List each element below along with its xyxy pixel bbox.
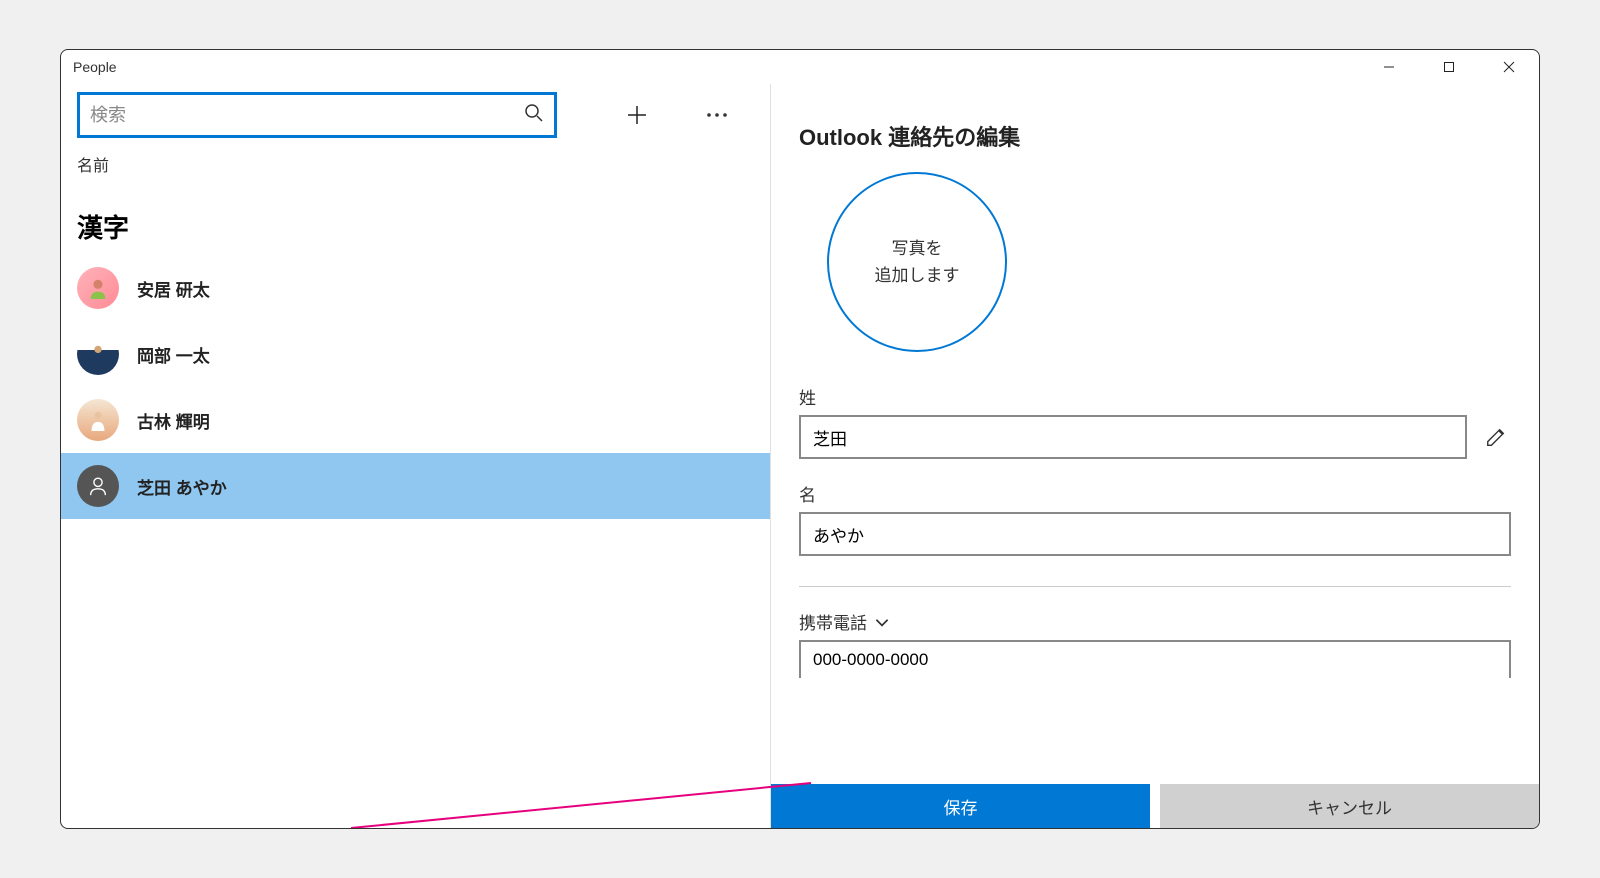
phone-type-label: 携帯電話 bbox=[799, 609, 867, 634]
given-row bbox=[799, 512, 1511, 556]
section-header: 漢字 bbox=[61, 184, 770, 255]
people-window: People bbox=[60, 49, 1540, 829]
minimize-icon bbox=[1383, 61, 1395, 73]
chevron-down-icon bbox=[873, 613, 891, 631]
avatar bbox=[77, 399, 119, 441]
content-area: 名前 漢字 安居 研太 岡部 一太 古林 輝明 bbox=[61, 84, 1539, 828]
add-photo-button[interactable]: 写真を 追加します bbox=[827, 172, 1007, 352]
search-box[interactable] bbox=[77, 92, 557, 138]
button-bar: 保存 キャンセル bbox=[771, 784, 1539, 828]
divider bbox=[799, 586, 1511, 587]
cancel-button[interactable]: キャンセル bbox=[1160, 784, 1539, 828]
close-icon bbox=[1503, 61, 1515, 73]
plus-icon bbox=[626, 104, 648, 126]
editor-pane: Outlook 連絡先の編集 写真を 追加します 姓 名 携帯電話 保存 bbox=[771, 84, 1539, 828]
contacts-pane: 名前 漢字 安居 研太 岡部 一太 古林 輝明 bbox=[61, 84, 771, 828]
contact-name: 岡部 一太 bbox=[137, 342, 210, 367]
avatar bbox=[77, 333, 119, 375]
maximize-button[interactable] bbox=[1419, 50, 1479, 84]
surname-row bbox=[799, 415, 1511, 459]
window-title: People bbox=[73, 59, 117, 75]
person-icon bbox=[87, 475, 109, 497]
avatar bbox=[77, 465, 119, 507]
sort-label[interactable]: 名前 bbox=[61, 144, 770, 184]
maximize-icon bbox=[1443, 61, 1455, 73]
editor-title: Outlook 連絡先の編集 bbox=[799, 120, 1511, 152]
left-toolbar bbox=[61, 84, 770, 144]
contact-name: 安居 研太 bbox=[137, 276, 210, 301]
search-input[interactable] bbox=[90, 105, 524, 126]
phone-type-selector[interactable]: 携帯電話 bbox=[799, 609, 1511, 634]
save-button[interactable]: 保存 bbox=[771, 784, 1150, 828]
add-contact-button[interactable] bbox=[615, 93, 659, 137]
minimize-button[interactable] bbox=[1359, 50, 1419, 84]
contact-row[interactable]: 安居 研太 bbox=[61, 255, 770, 321]
surname-label: 姓 bbox=[799, 384, 1511, 409]
pencil-icon bbox=[1485, 426, 1507, 448]
contact-row[interactable]: 岡部 一太 bbox=[61, 321, 770, 387]
contact-name: 芝田 あやか bbox=[137, 474, 227, 499]
close-button[interactable] bbox=[1479, 50, 1539, 84]
surname-input[interactable] bbox=[799, 415, 1467, 459]
titlebar: People bbox=[61, 50, 1539, 84]
contact-row[interactable]: 古林 輝明 bbox=[61, 387, 770, 453]
contact-name: 古林 輝明 bbox=[137, 408, 210, 433]
more-icon bbox=[706, 112, 728, 118]
given-input[interactable] bbox=[799, 512, 1511, 556]
edit-name-button[interactable] bbox=[1481, 422, 1511, 452]
search-icon bbox=[524, 103, 544, 128]
window-controls bbox=[1359, 50, 1539, 84]
more-button[interactable] bbox=[695, 93, 739, 137]
contact-row[interactable]: 芝田 あやか bbox=[61, 453, 770, 519]
given-label: 名 bbox=[799, 481, 1511, 506]
avatar bbox=[77, 267, 119, 309]
phone-input[interactable] bbox=[799, 640, 1511, 678]
